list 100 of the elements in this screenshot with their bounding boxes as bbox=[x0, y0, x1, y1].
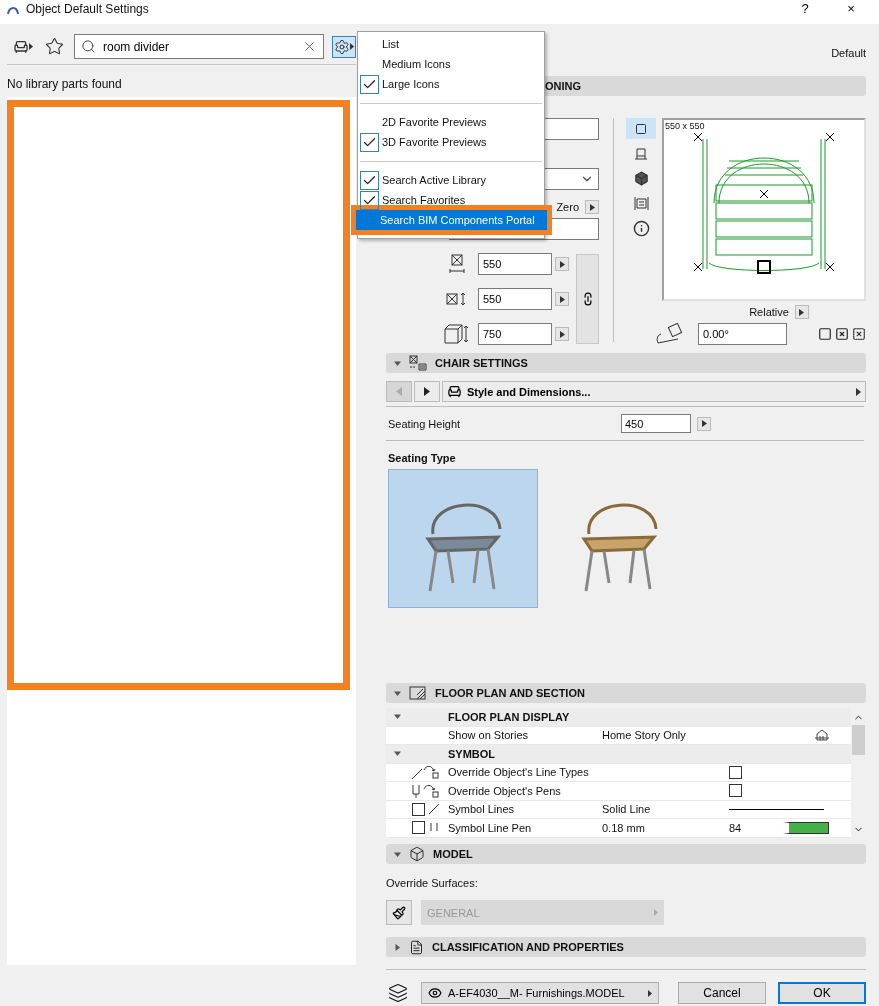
close-button[interactable]: × bbox=[831, 1, 871, 17]
caret-icon bbox=[856, 387, 861, 396]
checkbox[interactable] bbox=[729, 784, 742, 798]
menu-item[interactable]: Search Favorites bbox=[358, 190, 544, 210]
depth-icon bbox=[446, 292, 468, 306]
caret-icon[interactable] bbox=[394, 850, 401, 858]
arrow-button[interactable] bbox=[555, 327, 569, 341]
menu-item[interactable]: Search Active Library bbox=[358, 170, 544, 190]
menu-item[interactable]: 2D Favorite Previews bbox=[358, 112, 544, 132]
page-selector[interactable]: Style and Dimensions... bbox=[442, 381, 866, 402]
caret-right-icon bbox=[424, 387, 430, 396]
caret-icon bbox=[701, 420, 707, 427]
checkbox[interactable] bbox=[729, 765, 742, 779]
arrow-button[interactable] bbox=[555, 292, 569, 306]
group-label: FLOOR PLAN DISPLAY bbox=[448, 710, 571, 723]
view-button[interactable] bbox=[626, 118, 656, 139]
chair-icon bbox=[447, 384, 462, 399]
section-header[interactable]: CHAIR SETTINGS bbox=[386, 353, 866, 373]
anchor-label: Relative bbox=[749, 306, 789, 318]
pen-override-icon bbox=[410, 782, 440, 799]
box-icon bbox=[409, 846, 425, 862]
search-field[interactable]: room divider bbox=[74, 34, 324, 59]
row-label: Symbol Lines bbox=[448, 803, 516, 816]
dimension-field[interactable]: 550 bbox=[478, 253, 552, 275]
caret-icon bbox=[559, 295, 565, 303]
search-icon bbox=[81, 39, 96, 54]
menu-item[interactable]: Search BIM Components Portal bbox=[356, 210, 547, 230]
next-button[interactable] bbox=[414, 381, 440, 402]
row-label: Override Object's Line Types bbox=[448, 766, 590, 779]
row-value[interactable]: Home Story Only bbox=[602, 729, 729, 742]
arrow-button[interactable] bbox=[555, 257, 569, 271]
param-field[interactable]: 450 bbox=[621, 414, 691, 433]
section-header[interactable]: MODEL bbox=[386, 844, 866, 864]
settings-button[interactable] bbox=[332, 35, 356, 58]
caret-icon bbox=[559, 260, 565, 268]
mirror-dashed-icon[interactable] bbox=[852, 327, 866, 341]
help-button[interactable]: ? bbox=[785, 1, 825, 17]
caret-icon[interactable] bbox=[394, 689, 401, 697]
clear-icon[interactable] bbox=[302, 39, 317, 54]
menu-item[interactable]: List bbox=[358, 34, 544, 54]
preset-label: Default bbox=[831, 46, 866, 61]
caret-icon bbox=[559, 330, 565, 338]
caret-left-icon bbox=[396, 387, 402, 396]
row-value[interactable]: Solid Line bbox=[602, 803, 729, 816]
row-label: Show on Stories bbox=[448, 729, 530, 742]
checkbox[interactable] bbox=[412, 802, 425, 816]
star-icon bbox=[45, 37, 64, 56]
seating-option[interactable] bbox=[388, 469, 538, 608]
document-icon bbox=[409, 939, 424, 955]
menu-item[interactable]: 3D Favorite Previews bbox=[358, 132, 544, 152]
ok-button[interactable]: OK bbox=[778, 982, 866, 1004]
brush-button[interactable] bbox=[386, 900, 412, 925]
dimension-field[interactable]: 550 bbox=[478, 288, 552, 310]
caret-icon bbox=[29, 43, 33, 50]
section-header[interactable]: FLOOR PLAN AND SECTION bbox=[386, 683, 866, 703]
size-label: 550 x 550 bbox=[665, 121, 705, 131]
search-input[interactable]: room divider bbox=[101, 38, 297, 55]
scroll-thumb[interactable] bbox=[852, 725, 865, 755]
story-icon bbox=[815, 728, 829, 742]
brush-icon bbox=[392, 905, 406, 920]
angle-field[interactable]: 0.00° bbox=[698, 323, 787, 345]
caret-icon[interactable] bbox=[394, 750, 401, 758]
cancel-button[interactable]: Cancel bbox=[678, 982, 766, 1004]
section-header[interactable]: CLASSIFICATION AND PROPERTIES bbox=[386, 937, 866, 957]
arrow-button[interactable] bbox=[794, 305, 809, 319]
row-label: Symbol Line Pen bbox=[448, 821, 533, 834]
box-height-icon bbox=[444, 324, 470, 344]
elevation-icon bbox=[633, 196, 649, 211]
window-title: Object Default Settings bbox=[26, 1, 150, 17]
line-override-icon bbox=[410, 764, 440, 781]
menu-item[interactable]: Medium Icons bbox=[358, 54, 544, 74]
caret-icon bbox=[648, 989, 652, 997]
row-value[interactable]: 0.18 mm bbox=[602, 821, 729, 834]
checkbox[interactable] bbox=[412, 821, 425, 835]
cube-icon bbox=[633, 171, 649, 186]
width-icon bbox=[449, 254, 465, 274]
settings-icon bbox=[334, 38, 350, 55]
arrow-button[interactable] bbox=[585, 200, 599, 214]
arrow-button[interactable] bbox=[697, 416, 711, 431]
link-button[interactable] bbox=[576, 254, 599, 344]
caret-icon bbox=[350, 43, 354, 50]
eye-icon bbox=[428, 986, 442, 1000]
group-label: SYMBOL bbox=[448, 747, 497, 760]
row-label: Override Object's Pens bbox=[448, 784, 562, 797]
square-icon[interactable] bbox=[818, 327, 832, 341]
caret-icon[interactable] bbox=[394, 359, 401, 367]
info-icon bbox=[632, 220, 650, 237]
line-icon bbox=[428, 803, 440, 816]
layer-dropdown[interactable]: A-EF4030__M- Furnishings.MODEL bbox=[421, 982, 659, 1004]
caret-icon bbox=[799, 308, 805, 316]
dimension-field[interactable]: 750 bbox=[478, 323, 552, 345]
pen-icon bbox=[428, 821, 440, 834]
caret-icon[interactable] bbox=[394, 713, 401, 721]
square-icon bbox=[635, 122, 647, 135]
layers-icon bbox=[388, 983, 408, 1003]
mirror-icon[interactable] bbox=[835, 327, 849, 341]
settings-list-icon bbox=[409, 355, 427, 371]
caret-icon bbox=[654, 909, 658, 916]
caret-icon[interactable] bbox=[394, 943, 401, 951]
pen-number: 84 bbox=[729, 821, 742, 834]
